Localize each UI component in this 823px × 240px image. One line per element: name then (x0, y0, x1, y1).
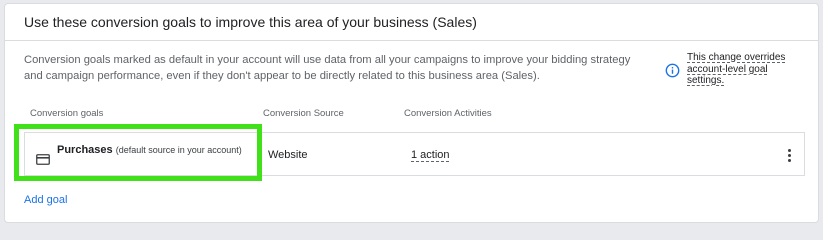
info-icon (665, 63, 680, 78)
add-goal-button[interactable]: Add goal (24, 194, 67, 206)
column-header-activities: Conversion Activities (404, 108, 492, 119)
highlight-box (14, 124, 262, 181)
conversion-activities-link[interactable]: 1 action (411, 149, 450, 161)
description-text: Conversion goals marked as default in yo… (24, 54, 631, 82)
card-title: Use these conversion goals to improve th… (24, 14, 477, 30)
card-header: Use these conversion goals to improve th… (5, 4, 818, 41)
conversion-source: Website (268, 149, 308, 161)
column-header-goals: Conversion goals (30, 108, 104, 119)
conversion-goals-card: Use these conversion goals to improve th… (4, 3, 819, 223)
more-vert-icon[interactable] (779, 143, 799, 167)
column-header-source: Conversion Source (263, 108, 344, 119)
override-notice-link[interactable]: This change overrides account-level goal… (687, 52, 797, 87)
